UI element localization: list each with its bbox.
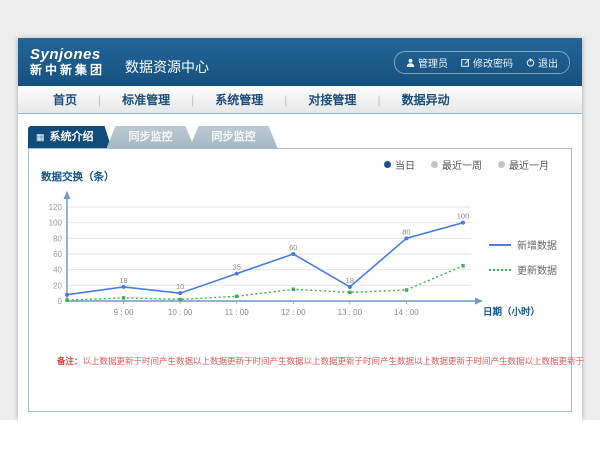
tab-0[interactable]: ▦系统介绍 [28,126,112,148]
data-point [235,272,239,276]
page: Synjones 新中新集团 数据资源中心 管理员 修改密码 [0,0,600,450]
nav-item-3[interactable]: 对接管理 [287,91,377,108]
data-point [65,299,68,302]
legend-item-1[interactable]: 更新数据 [489,262,557,277]
data-point [178,291,182,295]
footnote-label: 备注： [57,356,83,366]
data-point-label: 18 [119,276,127,285]
tab-label: 同步监控 [129,131,173,143]
x-tick-label: 11 : 00 [225,308,249,317]
tab-label: 系统介绍 [50,126,94,148]
radio-icon [498,161,505,168]
data-point-label: 100 [457,212,470,221]
chart-x-axis-title: 日期（小时） [483,306,540,318]
x-axis-arrow-icon [475,298,483,305]
y-tick-label: 40 [53,266,62,275]
time-filter-label: 当日 [395,157,415,172]
tab-1[interactable]: 同步监控 [107,126,195,148]
tab-label: 同步监控 [212,131,256,143]
legend-label: 新增数据 [517,237,557,252]
nav-item-1[interactable]: 标准管理 [101,91,191,108]
user-icon [406,58,415,67]
edit-icon [461,58,470,67]
brand-logo-en: Synjones [30,47,105,64]
x-tick-label: 14 : 00 [394,308,419,317]
content-area: ▦系统介绍 同步监控 同步监控 当日 最近一周 最近一月 数据交换（条） 0 20 40 60… [18,126,582,430]
user-menu-admin-label: 管理员 [418,55,448,70]
time-filter-label: 最近一周 [442,157,482,172]
data-point [405,288,408,291]
x-tick-label: 10 : 00 [168,308,193,317]
user-menu-admin[interactable]: 管理员 [406,55,448,70]
change-password-button[interactable]: 修改密码 [461,55,513,70]
time-filter-0[interactable]: 当日 [384,157,415,172]
time-filter-label: 最近一月 [509,157,549,172]
change-password-label: 修改密码 [473,55,513,70]
data-point [292,288,295,291]
chart-legend: 新增数据更新数据 [489,237,557,277]
data-point-label: 35 [233,263,241,272]
data-point [461,264,464,267]
legend-line-sample [489,244,511,246]
data-point [348,285,352,289]
data-point-label: 10 [176,282,184,291]
data-point [461,221,465,225]
y-tick-label: 0 [58,297,63,306]
data-point [291,252,295,256]
brand-logo: Synjones 新中新集团 [30,47,105,77]
data-point-label: 18 [346,276,354,285]
radio-icon [431,161,438,168]
legend-item-0[interactable]: 新增数据 [489,237,557,252]
y-tick-label: 120 [49,203,63,212]
y-tick-label: 100 [49,219,63,228]
user-menu: 管理员 修改密码 退出 [394,51,570,74]
data-point [178,298,181,301]
nav-item-4[interactable]: 数据异动 [381,91,471,108]
footnote-text: 以上数据更新于时间产生数据以上数据更新于时间产生数据以上数据更新于时间产生数据以… [83,356,585,366]
nav-item-0[interactable]: 首页 [32,91,98,108]
x-tick-label: 13 : 00 [338,308,363,317]
legend-line-sample [489,269,511,271]
tab-bar: ▦系统介绍 同步监控 同步监控 [28,126,582,148]
chart-y-axis-title: 数据交换（条） [41,169,115,184]
app-header: Synjones 新中新集团 数据资源中心 管理员 修改密码 [18,38,582,86]
y-tick-label: 20 [53,281,62,290]
data-point [235,295,238,298]
time-filter-1[interactable]: 最近一周 [431,157,482,172]
x-tick-label: 12 : 00 [281,308,306,317]
y-axis-arrow-icon [64,191,71,199]
footnote: 备注：以上数据更新于时间产生数据以上数据更新于时间产生数据以上数据更新于时间产生… [57,355,584,367]
x-tick-label: 9 : 00 [114,308,135,317]
grid-icon: ▦ [36,126,45,148]
legend-label: 更新数据 [517,262,557,277]
app-window: Synjones 新中新集团 数据资源中心 管理员 修改密码 [18,38,582,418]
data-point-label: 60 [289,243,297,252]
main-nav: 首页|标准管理|系统管理|对接管理|数据异动 [18,86,582,114]
data-point [348,291,351,294]
logout-label: 退出 [538,55,558,70]
y-tick-label: 80 [53,234,62,243]
time-filter-2[interactable]: 最近一月 [498,157,549,172]
y-tick-label: 60 [53,250,62,259]
data-point [122,285,126,289]
chart-panel: 当日 最近一周 最近一月 数据交换（条） 0 20 40 60 80 100 120 9 : 00… [28,148,572,412]
data-point [122,296,125,299]
time-filter-group: 当日 最近一周 最近一月 [384,157,549,172]
data-point [404,236,408,240]
radio-icon [384,161,391,168]
page-title: 数据资源中心 [125,57,209,77]
logout-button[interactable]: 退出 [526,55,558,70]
data-point-label: 80 [402,227,410,236]
nav-item-2[interactable]: 系统管理 [194,91,284,108]
data-point [65,293,69,297]
tab-2[interactable]: 同步监控 [190,126,278,148]
brand-logo-cn: 新中新集团 [30,64,105,77]
power-icon [526,58,535,67]
